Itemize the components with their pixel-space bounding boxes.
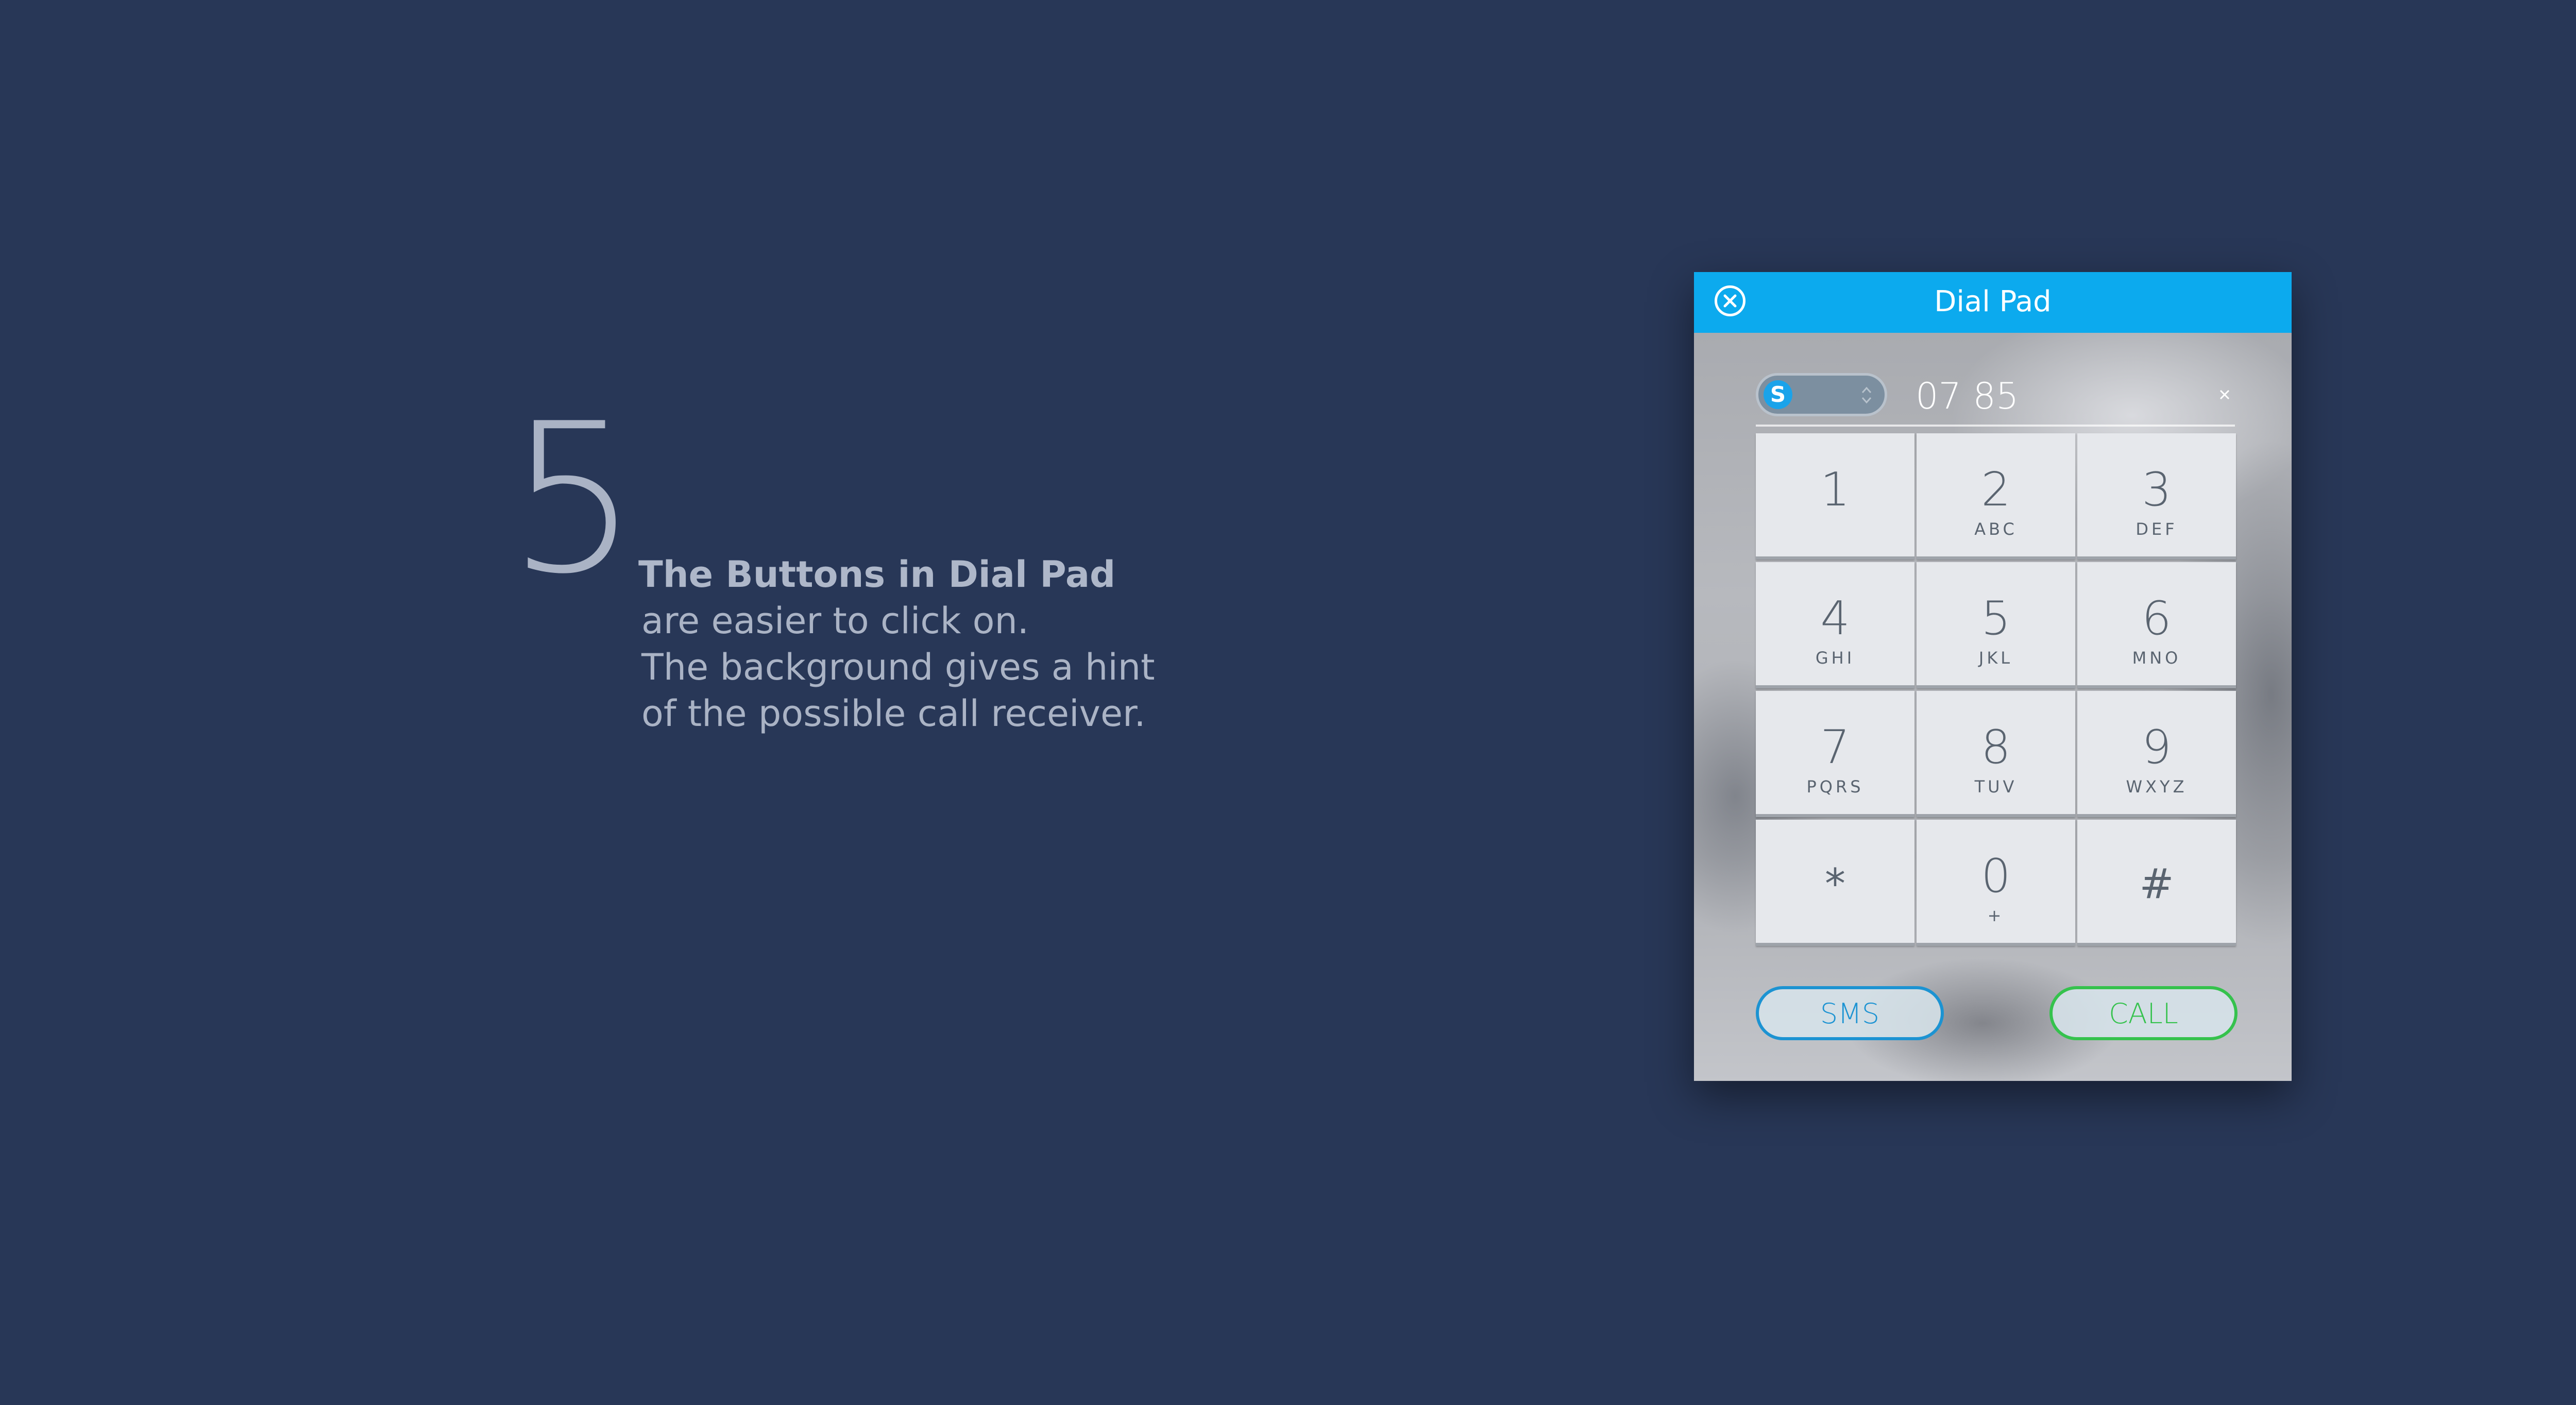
key-digit: 0 [1981, 849, 2011, 903]
dial-pad-window: Dial Pad S 07 85 1 2 ABC 3 DEF 4 GHI 5 J… [1694, 272, 2292, 1081]
key-digit: 6 [2142, 591, 2172, 646]
key-digit: 9 [2142, 720, 2172, 774]
key-digit: 8 [1981, 720, 2011, 774]
sms-button[interactable]: SMS [1756, 986, 1944, 1040]
key-letters: TUV [1974, 777, 2018, 797]
key-0[interactable]: 0 + [1917, 820, 2075, 946]
key-digit: 5 [1981, 591, 2011, 646]
dial-pad-body: S 07 85 1 2 ABC 3 DEF 4 GHI 5 JKL 6 MNO … [1694, 333, 2292, 1081]
provider-selector[interactable]: S [1756, 373, 1887, 416]
key-letters: WXYZ [2126, 777, 2188, 797]
up-down-chevron-icon [1861, 386, 1872, 404]
key-hash[interactable]: # [2077, 820, 2236, 946]
key-letters: + [1987, 906, 2005, 925]
keypad: 1 2 ABC 3 DEF 4 GHI 5 JKL 6 MNO 7 PQRS 8… [1756, 433, 2236, 946]
key-7[interactable]: 7 PQRS [1756, 691, 1914, 817]
key-4[interactable]: 4 GHI [1756, 562, 1914, 688]
description-headline: The Buttons in Dial Pad [638, 553, 1116, 596]
key-digit: 4 [1820, 591, 1850, 646]
call-button[interactable]: CALL [2049, 986, 2238, 1040]
key-letters: ABC [1974, 519, 2018, 539]
key-letters: JKL [1978, 648, 2013, 668]
key-3[interactable]: 3 DEF [2077, 433, 2236, 560]
key-letters: MNO [2132, 648, 2181, 668]
key-1[interactable]: 1 [1756, 433, 1914, 560]
clear-number-icon[interactable] [2214, 384, 2235, 405]
key-9[interactable]: 9 WXYZ [2077, 691, 2236, 817]
key-symbol: # [2139, 860, 2174, 908]
key-letters: DEF [2136, 519, 2178, 539]
skype-icon: S [1764, 380, 1792, 409]
key-star[interactable]: * [1756, 820, 1914, 946]
dialed-number[interactable]: 07 85 [1916, 373, 2019, 419]
description-line-2: The background gives a hint [641, 646, 1155, 688]
description-line-3: of the possible call receiver. [641, 692, 1146, 735]
title-bar: Dial Pad [1694, 272, 2292, 333]
description: The Buttons in Dial Pad are easier to cl… [638, 551, 1155, 737]
number-underline [1756, 425, 2235, 427]
key-symbol: * [1825, 860, 1845, 908]
key-digit: 3 [2142, 463, 2172, 517]
key-letters: PQRS [1806, 777, 1864, 797]
key-2[interactable]: 2 ABC [1917, 433, 2075, 560]
description-line-1: are easier to click on. [641, 600, 1029, 642]
key-5[interactable]: 5 JKL [1917, 562, 2075, 688]
key-8[interactable]: 8 TUV [1917, 691, 2075, 817]
key-letters: GHI [1815, 648, 1855, 668]
step-number: 5 [507, 380, 639, 619]
key-6[interactable]: 6 MNO [2077, 562, 2236, 688]
key-digit: 7 [1820, 720, 1850, 774]
key-digit: 2 [1981, 463, 2011, 517]
key-digit: 1 [1820, 463, 1850, 517]
window-title: Dial Pad [1934, 285, 2052, 318]
